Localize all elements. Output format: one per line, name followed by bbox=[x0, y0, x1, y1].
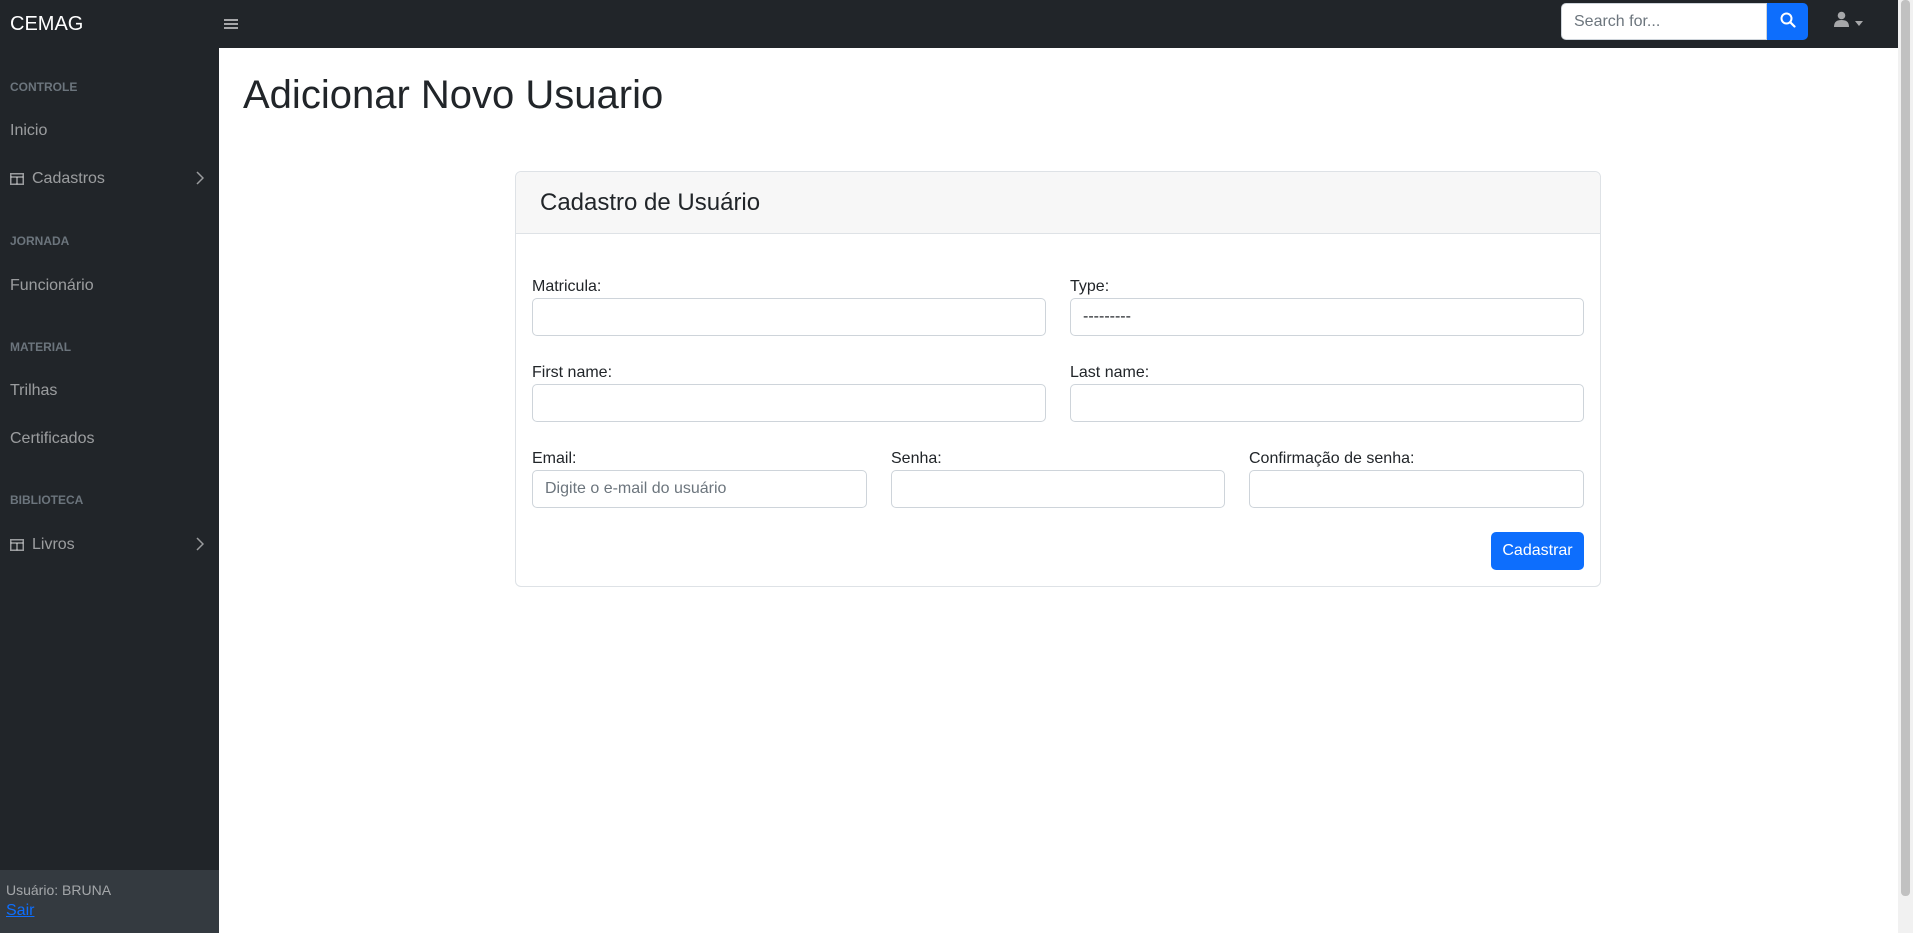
first-name-label: First name: bbox=[532, 364, 613, 381]
chevron-right-icon bbox=[196, 171, 205, 190]
sidebar-item-certificados[interactable]: Certificados bbox=[0, 421, 219, 457]
sidebar-heading-jornada: JORNADA bbox=[10, 234, 70, 248]
card-header: Cadastro de Usuário bbox=[516, 172, 1600, 234]
caret-down-icon bbox=[1855, 13, 1863, 31]
card-title: Cadastro de Usuário bbox=[540, 188, 761, 216]
user-registration-card: Cadastro de Usuário Matricula: Type: ---… bbox=[515, 171, 1601, 587]
sidebar-item-cadastros[interactable]: Cadastros bbox=[0, 161, 219, 197]
email-label: Email: bbox=[532, 450, 577, 467]
type-label: Type: bbox=[1070, 278, 1110, 295]
sidebar-heading-controle: CONTROLE bbox=[10, 80, 78, 94]
search-form bbox=[1561, 3, 1808, 40]
table-icon bbox=[10, 539, 24, 551]
type-select-value: --------- bbox=[1083, 308, 1131, 325]
sidebar-item-inicio[interactable]: Inicio bbox=[0, 113, 219, 149]
sidebar-item-trilhas[interactable]: Trilhas bbox=[0, 373, 219, 409]
logout-link[interactable]: Sair bbox=[6, 902, 34, 920]
search-button[interactable] bbox=[1767, 3, 1808, 40]
sidebar-heading-biblioteca: BIBLIOTECA bbox=[10, 493, 84, 507]
user-dropdown[interactable] bbox=[1834, 11, 1863, 32]
table-icon bbox=[10, 173, 24, 185]
sidebar: CONTROLE Inicio Cadastros JORNADA Funcio… bbox=[0, 48, 219, 933]
page-title: Adicionar Novo Usuario bbox=[243, 73, 664, 117]
sidebar-item-label: Livros bbox=[32, 536, 75, 553]
confirm-password-input[interactable] bbox=[1249, 470, 1584, 508]
sidebar-item-label: Certificados bbox=[10, 430, 95, 447]
password-input[interactable] bbox=[891, 470, 1225, 508]
search-input[interactable] bbox=[1561, 3, 1767, 40]
top-navbar: CEMAG bbox=[0, 0, 1898, 48]
brand-logo[interactable]: CEMAG bbox=[0, 13, 219, 36]
first-name-input[interactable] bbox=[532, 384, 1046, 422]
sidebar-toggle-icon[interactable] bbox=[219, 12, 243, 36]
search-icon bbox=[1780, 12, 1796, 31]
senha-label: Senha: bbox=[891, 450, 942, 467]
sidebar-item-label: Inicio bbox=[10, 122, 48, 139]
last-name-label: Last name: bbox=[1070, 364, 1150, 381]
logged-user-text: Usuário: BRUNA bbox=[6, 882, 112, 898]
page-scrollbar[interactable] bbox=[1898, 0, 1913, 933]
submit-button[interactable]: Cadastrar bbox=[1491, 532, 1584, 570]
sidebar-item-funcionario[interactable]: Funcionário bbox=[0, 268, 219, 304]
sidebar-footer: Usuário: BRUNA Sair bbox=[0, 870, 219, 933]
type-select[interactable]: --------- bbox=[1070, 298, 1584, 336]
scrollbar-thumb[interactable] bbox=[1901, 0, 1910, 896]
sidebar-heading-material: MATERIAL bbox=[10, 340, 72, 354]
sidebar-item-label: Funcionário bbox=[10, 277, 94, 294]
email-input[interactable] bbox=[532, 470, 867, 508]
sidebar-item-label: Cadastros bbox=[32, 170, 105, 187]
last-name-input[interactable] bbox=[1070, 384, 1584, 422]
matricula-label: Matricula: bbox=[532, 278, 602, 295]
sidebar-item-livros[interactable]: Livros bbox=[0, 527, 219, 563]
user-icon bbox=[1834, 11, 1849, 32]
sidebar-item-label: Trilhas bbox=[10, 382, 58, 399]
chevron-right-icon bbox=[196, 537, 205, 556]
matricula-input[interactable] bbox=[532, 298, 1046, 336]
confirm-password-label: Confirmação de senha: bbox=[1249, 450, 1415, 467]
